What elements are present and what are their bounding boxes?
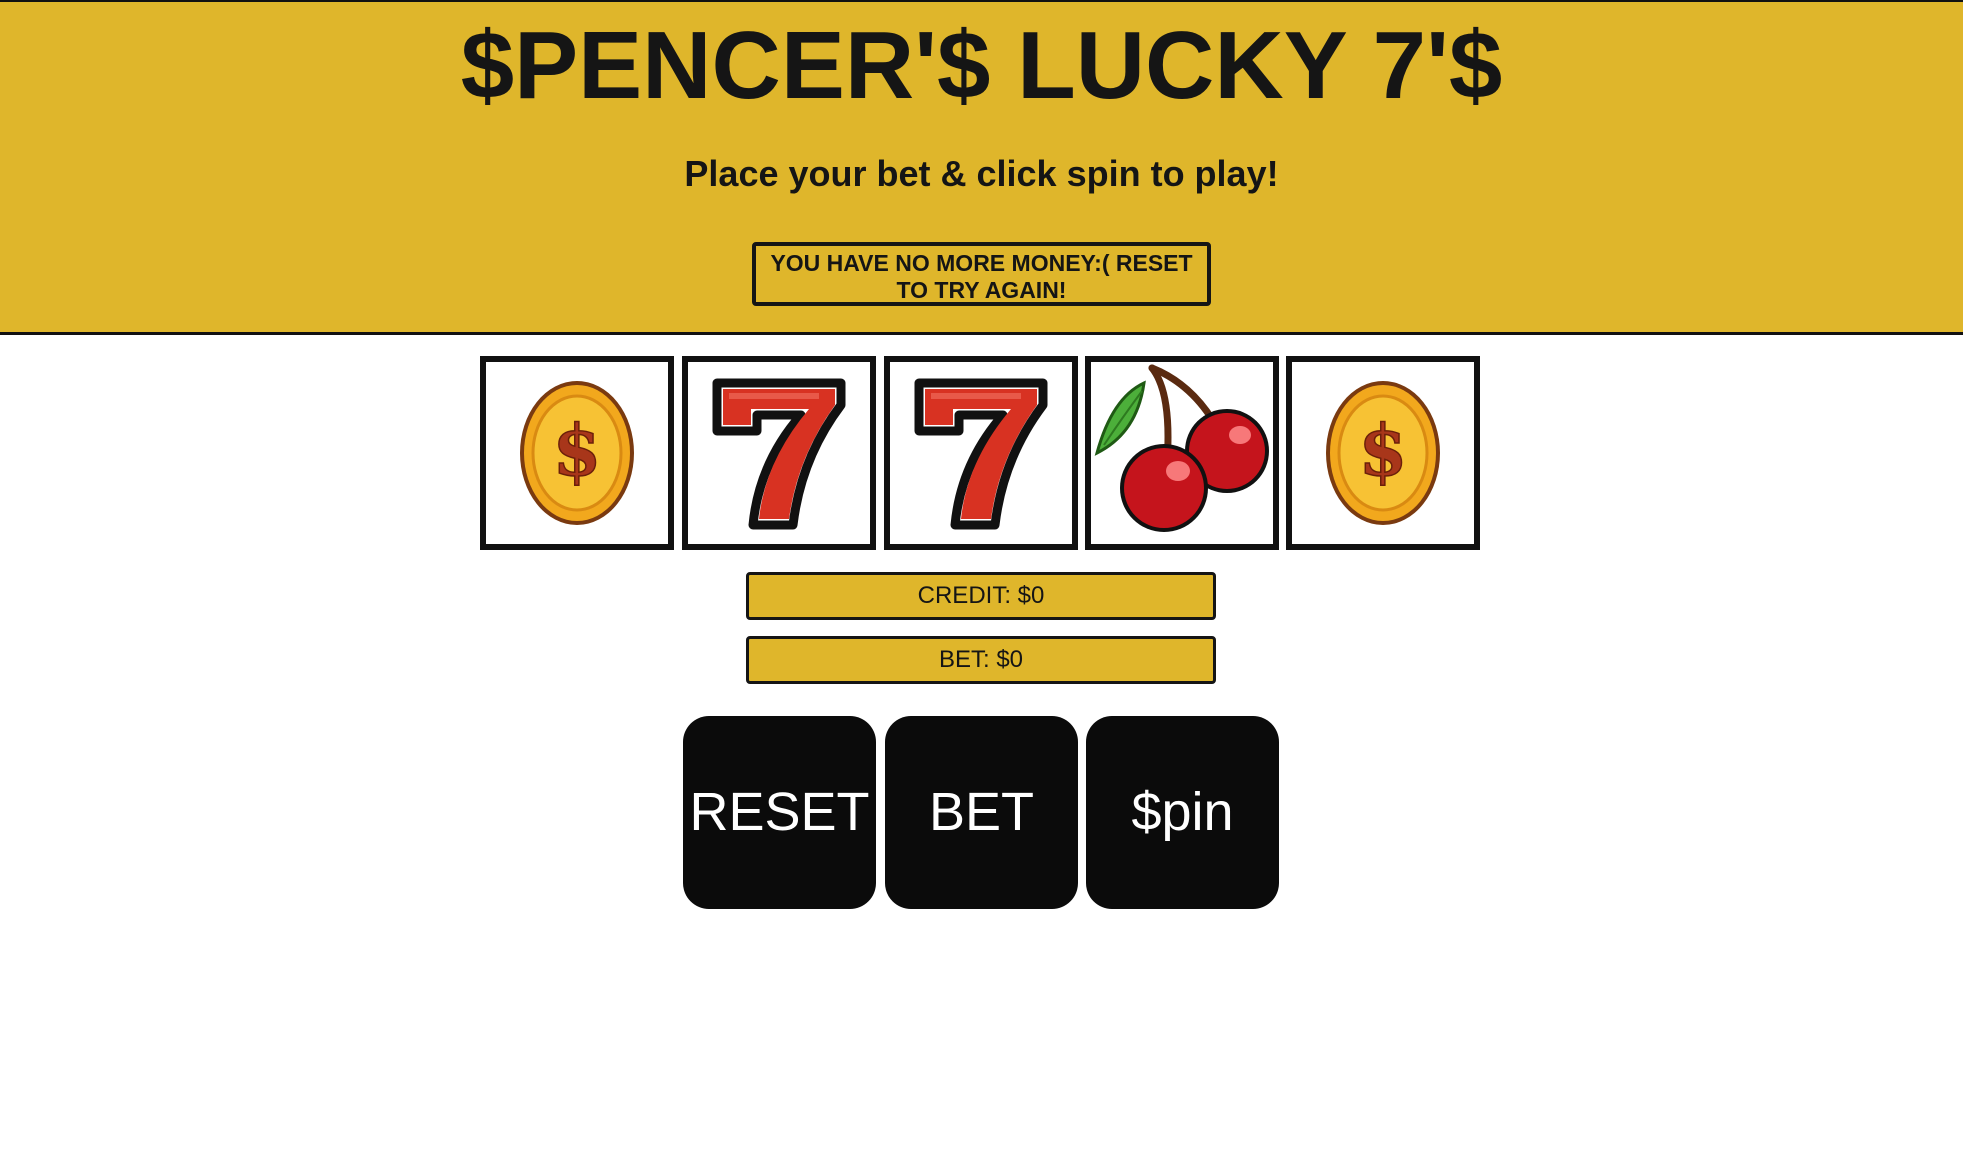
seven-icon [712,378,846,530]
reel-3 [884,356,1078,550]
bet-button[interactable]: BET [885,716,1078,909]
coin-icon: $ [1326,381,1440,525]
svg-text:$: $ [1359,409,1408,492]
reel-2 [682,356,876,550]
game-message: YOU HAVE NO MORE MONEY:( RESET TO TRY AG… [752,242,1211,306]
instructions-text: Place your bet & click spin to play! [684,153,1279,194]
spin-button[interactable]: $pin [1086,716,1279,909]
svg-text:$: $ [553,409,602,492]
reel-1: $ [480,356,674,550]
credit-display: CREDIT: $0 [746,572,1216,620]
page-title: $PENCER'$ LUCKY 7'$ [460,12,1503,119]
reset-button[interactable]: RESET [683,716,876,909]
bet-display: BET: $0 [746,636,1216,684]
cherry-icon [1094,364,1269,532]
reel-5: $ [1286,356,1480,550]
header-banner: $PENCER'$ LUCKY 7'$ Place your bet & cli… [0,0,1963,335]
reel-4 [1085,356,1279,550]
coin-icon: $ [520,381,634,525]
seven-icon [914,378,1048,530]
